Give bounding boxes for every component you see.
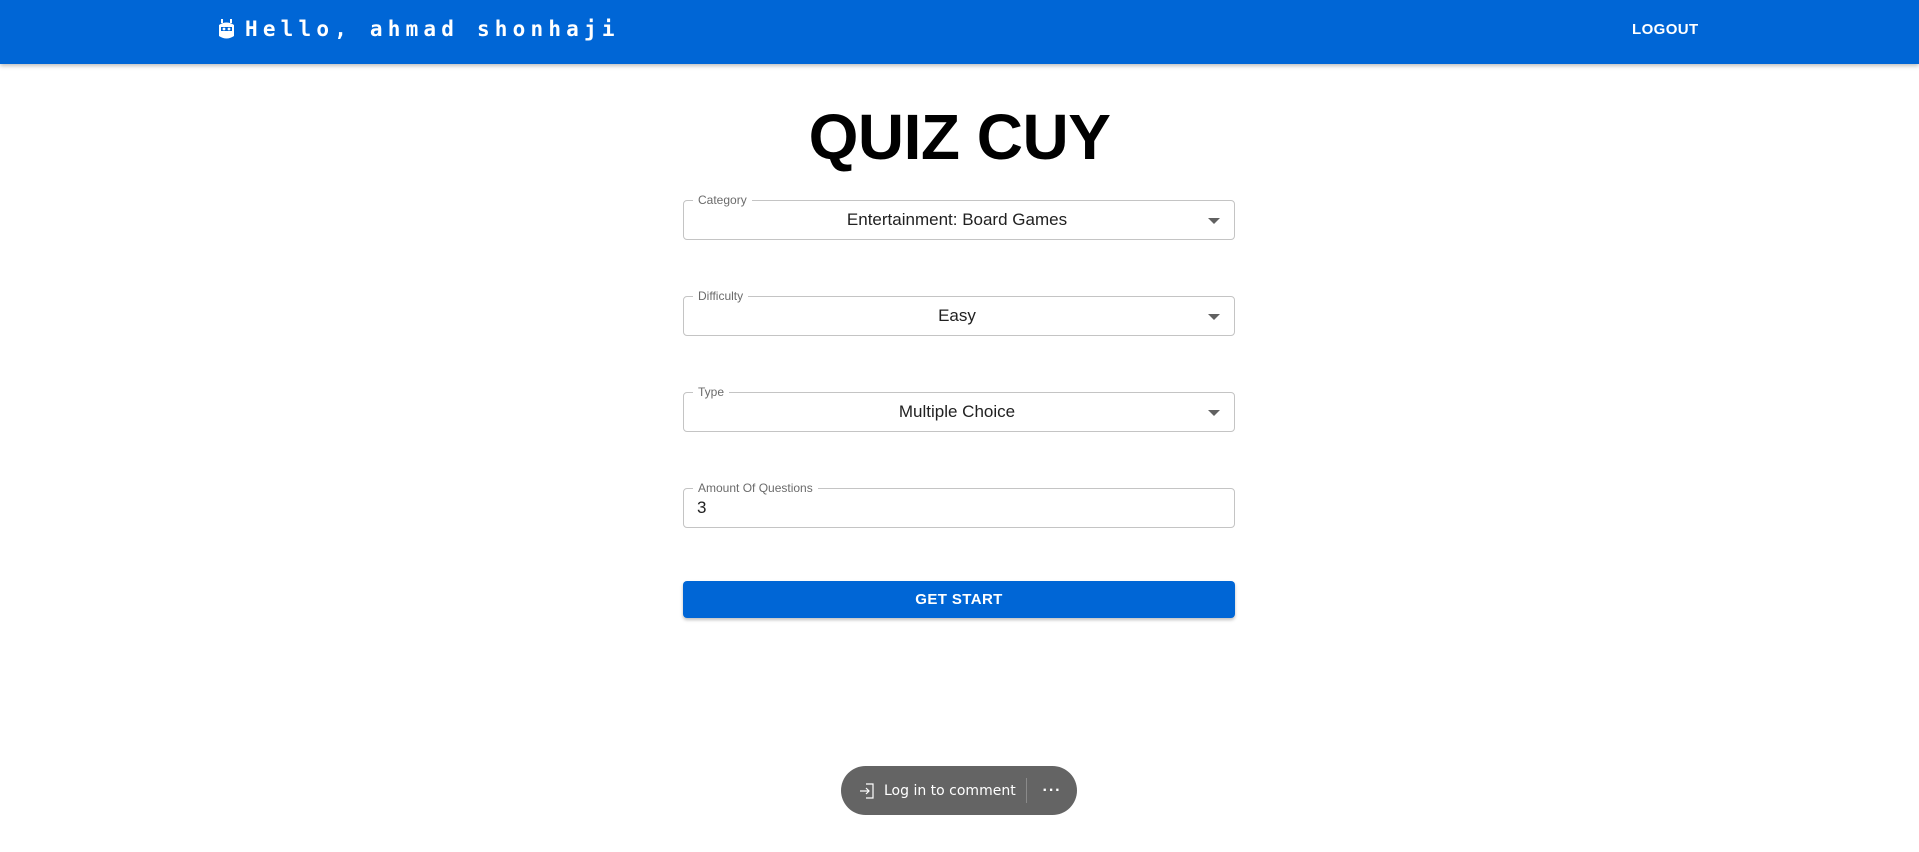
- brand: Hello, ahmad shonhaji: [218, 0, 620, 58]
- greeting-text: Hello, ahmad shonhaji: [245, 17, 620, 41]
- amount-field[interactable]: Amount Of Questions 3: [683, 481, 1235, 528]
- type-select[interactable]: Type Multiple Choice: [683, 385, 1235, 432]
- amount-value[interactable]: 3: [697, 489, 706, 527]
- logout-button[interactable]: LOGOUT: [1624, 10, 1707, 48]
- comment-bar: Log in to comment ···: [841, 766, 1077, 815]
- type-value: Multiple Choice: [898, 402, 1016, 421]
- app-bar: Hello, ahmad shonhaji LOGOUT: [0, 0, 1919, 64]
- more-icon[interactable]: ···: [1027, 766, 1077, 815]
- chevron-down-icon: [1208, 410, 1220, 416]
- amount-label: Amount Of Questions: [693, 481, 818, 495]
- login-to-comment-label: Log in to comment: [884, 782, 1016, 799]
- difficulty-select[interactable]: Difficulty Easy: [683, 289, 1235, 336]
- get-start-button[interactable]: GET START: [683, 581, 1235, 618]
- login-to-comment-button[interactable]: Log in to comment: [841, 766, 1026, 815]
- chevron-down-icon: [1208, 314, 1220, 320]
- login-arrow-icon: [860, 782, 874, 799]
- category-select[interactable]: Category Entertainment: Board Games: [683, 193, 1235, 240]
- page-title: QUIZ CUY: [808, 101, 1111, 173]
- category-value: Entertainment: Board Games: [846, 210, 1068, 229]
- difficulty-value: Easy: [938, 306, 976, 325]
- robot-icon: [218, 18, 235, 40]
- chevron-down-icon: [1208, 218, 1220, 224]
